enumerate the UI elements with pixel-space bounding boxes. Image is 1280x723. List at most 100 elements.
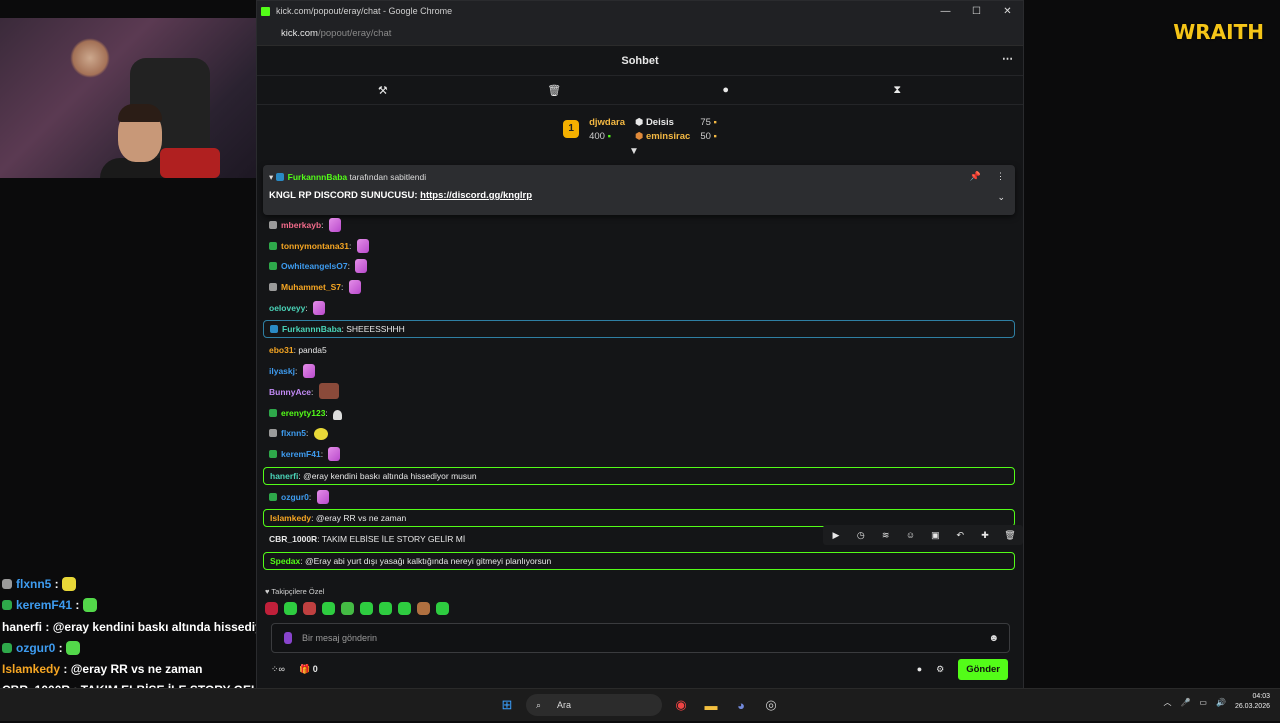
pin-collapse-icon[interactable]: ▾ <box>269 172 273 182</box>
chat-username[interactable]: ebo31 <box>269 345 294 355</box>
user-badge-icon <box>2 642 12 653</box>
chat-message[interactable]: flxnn5: <box>263 423 1015 444</box>
taskbar-search[interactable]: ⌕ Ara <box>526 694 662 716</box>
chat-username[interactable]: keremF41 <box>281 449 321 459</box>
emote-button[interactable] <box>398 602 411 615</box>
steam-icon[interactable]: ◎ <box>760 694 782 716</box>
chat-message[interactable]: Spedax: @Eray abi yurt dışı yasağı kalkt… <box>263 551 1015 570</box>
gear-icon[interactable]: ⚙ <box>936 664 944 675</box>
minimize-button[interactable]: — <box>930 6 961 17</box>
chat-username[interactable]: mberkayb <box>281 220 321 230</box>
chat-message[interactable]: ilyaskj: <box>263 361 1015 382</box>
hourglass-icon[interactable]: ⧗ <box>887 84 907 97</box>
overlay-username: keremF41 <box>16 598 73 613</box>
chat-message[interactable]: BunnyAce: <box>263 382 1015 403</box>
play-icon[interactable]: ▶ <box>827 530 845 541</box>
clock[interactable]: 04:03 26.03.2026 <box>1235 692 1270 712</box>
pinned-by-user[interactable]: FurkannnBaba <box>288 172 348 182</box>
chat-message[interactable]: keremF41: <box>263 444 1015 465</box>
emote-only-icon[interactable]: ☺ <box>902 530 920 540</box>
emoji-icon[interactable]: ☻ <box>988 633 999 644</box>
user-badge-icon <box>270 325 278 334</box>
emote-button[interactable] <box>265 602 278 615</box>
hammer-icon[interactable]: ⚒ <box>373 84 393 97</box>
chat-message[interactable]: Muhammet_S7: <box>263 277 1015 298</box>
chat-username[interactable]: Muhammet_S7 <box>281 282 341 292</box>
clock-time: 04:03 <box>1252 693 1270 700</box>
maximize-button[interactable]: ☐ <box>961 6 992 17</box>
chat-message[interactable]: OwhiteangelsO7: <box>263 256 1015 277</box>
pin-icon[interactable]: 📌 <box>970 171 981 182</box>
points-icon[interactable]: ⁘∞ <box>271 664 285 675</box>
emote-button[interactable] <box>303 602 316 615</box>
microphone-icon[interactable]: 🎤 <box>1180 698 1190 707</box>
chat-bubble-icon[interactable]: ● <box>716 84 736 96</box>
pinned-link[interactable]: https://discord.gg/knglrp <box>420 190 532 201</box>
emote-button[interactable] <box>436 602 449 615</box>
chat-message[interactable]: ozgur0: <box>263 487 1015 508</box>
chat-username[interactable]: BunnyAce <box>269 387 311 397</box>
chevron-down-icon[interactable]: ⌄ <box>997 192 1005 203</box>
emote-button[interactable] <box>322 602 335 615</box>
chat-message[interactable]: oeloveyy: <box>263 298 1015 319</box>
gift-icon[interactable]: 🎁 <box>299 664 310 674</box>
emote-button[interactable] <box>379 602 392 615</box>
discord-icon[interactable]: ◕ <box>730 694 752 716</box>
slow-icon[interactable]: ≋ <box>877 530 895 541</box>
emote-icon <box>62 577 77 591</box>
network-icon[interactable]: ▭ <box>1199 698 1207 707</box>
chat-username[interactable]: ozgur0 <box>281 492 309 502</box>
more-icon[interactable]: ⋯ <box>1002 52 1013 65</box>
chat-message[interactable]: erenyty123: <box>263 403 1015 424</box>
chat-message[interactable]: hanerfi: @eray kendini baskı altında his… <box>263 466 1015 485</box>
chevron-up-icon[interactable]: ︿ <box>1163 697 1171 708</box>
pin-icon[interactable]: ✚ <box>976 530 994 541</box>
chat-bubble-icon[interactable]: ● <box>917 664 922 674</box>
chat-username[interactable]: erenyty123 <box>281 408 325 418</box>
chat-username[interactable]: Islamkedy <box>270 513 311 523</box>
pinned-text: KNGL RP DISCORD SUNUCUSU: <box>269 190 418 201</box>
windows-start-icon[interactable]: ⊞ <box>496 694 518 716</box>
address-bar[interactable]: kick.com/popout/eray/chat <box>257 21 1023 46</box>
chrome-icon[interactable]: ◉ <box>670 694 692 716</box>
trash-icon[interactable]: 🗑 <box>544 84 564 97</box>
leader-second-user[interactable]: Deisis <box>646 117 674 128</box>
chat-username[interactable]: ilyaskj <box>269 366 295 376</box>
close-button[interactable]: ✕ <box>992 6 1023 17</box>
chat-username[interactable]: Spedax <box>270 556 300 566</box>
emote-button[interactable] <box>341 602 354 615</box>
chat-text: TAKIM ELBİSE İLE STORY GELİR Mİ <box>321 534 466 545</box>
chat-username[interactable]: FurkannnBaba <box>282 324 342 334</box>
speaker-icon[interactable]: 🔊 <box>1216 698 1226 707</box>
pinned-more-icon[interactable]: ⋮ <box>996 171 1005 182</box>
chat-message[interactable]: tonnymontana31: <box>263 236 1015 257</box>
chat-message[interactable]: ebo31: panda5 <box>263 340 1015 361</box>
user-badge-icon <box>269 492 277 501</box>
undo-icon[interactable]: ↶ <box>951 530 969 541</box>
leader-first-user[interactable]: djwdara <box>589 117 625 128</box>
emote-button[interactable] <box>417 602 430 615</box>
emote-button[interactable] <box>360 602 373 615</box>
chat-message[interactable]: FurkannnBaba: SHEEESSHHH <box>263 320 1015 339</box>
chat-username[interactable]: OwhiteangelsO7 <box>281 261 348 271</box>
chat-username[interactable]: flxnn5 <box>281 428 306 438</box>
rank-badge: 1 <box>563 120 580 138</box>
leader-third-user[interactable]: eminsirac <box>646 131 690 142</box>
chat-username[interactable]: CBR_1000R <box>269 534 317 544</box>
chat-username[interactable]: oeloveyy <box>269 303 305 313</box>
chat-username[interactable]: hanerfi <box>270 471 298 481</box>
message-input[interactable]: Bir mesaj gönderin ☻ <box>271 623 1010 653</box>
emote-icon <box>348 280 361 295</box>
trash-icon[interactable]: 🗑 <box>1001 530 1019 541</box>
chat-header: Sohbet ⋯ <box>257 46 1023 76</box>
folder-icon[interactable]: ▬ <box>700 694 722 716</box>
expand-leaderboard-icon[interactable]: ▼ <box>629 146 639 157</box>
mod-badge-icon <box>275 173 284 181</box>
leaderboard: 1 djwdara 400 ▪ ⬢ Deisis ⬢ eminsirac 75 … <box>257 105 1023 157</box>
clock-icon[interactable]: ◷ <box>852 530 870 541</box>
send-button[interactable]: Gönder <box>958 658 1008 680</box>
emote-button[interactable] <box>284 602 297 615</box>
chat-message[interactable]: mberkayb: <box>263 215 1015 236</box>
copy-icon[interactable]: ▣ <box>926 530 944 541</box>
chat-username[interactable]: tonnymontana31 <box>281 241 349 251</box>
